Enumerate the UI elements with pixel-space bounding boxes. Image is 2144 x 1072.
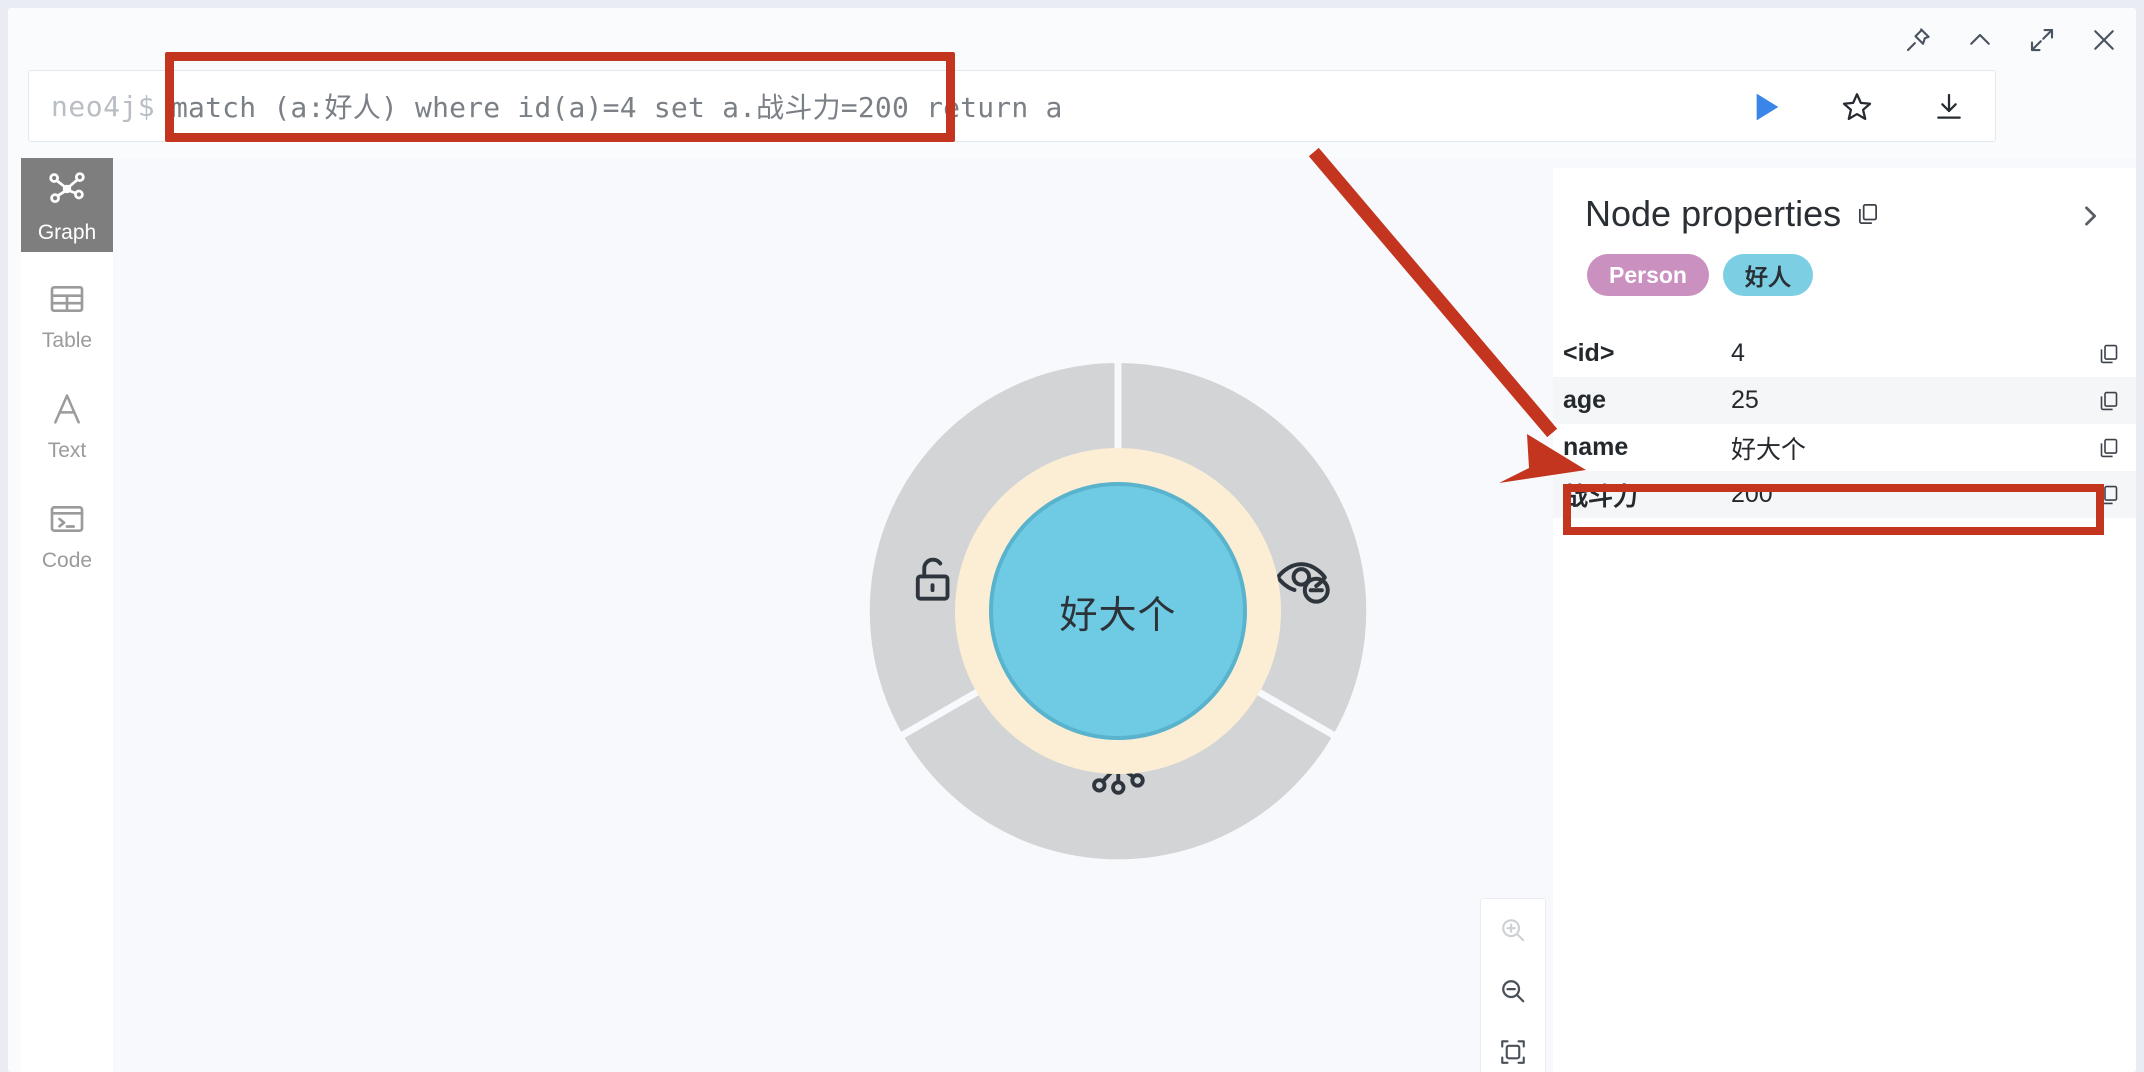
table-row[interactable]: name 好大个 xyxy=(1553,424,2136,471)
node-properties-panel: Node properties Person 好人 <id> 4 age 25 … xyxy=(1553,168,2136,1072)
properties-table: <id> 4 age 25 name 好大个 战斗力 200 xyxy=(1553,330,2136,518)
zoom-out-button[interactable] xyxy=(1482,961,1544,1021)
pin-icon[interactable] xyxy=(1900,22,1936,58)
window-top-edge xyxy=(0,0,2144,8)
neo4j-browser-window: neo4j$ match (a:好人) where id(a)=4 set a.… xyxy=(0,0,2144,1072)
code-icon xyxy=(47,499,87,544)
property-key: name xyxy=(1563,433,1629,461)
copy-icon[interactable] xyxy=(2082,483,2136,507)
download-button[interactable] xyxy=(1903,71,1995,143)
copy-icon[interactable] xyxy=(2082,436,2136,460)
node-caption: 好大个 xyxy=(1059,594,1177,637)
zoom-in-button[interactable] xyxy=(1482,900,1544,960)
result-frame: neo4j$ match (a:好人) where id(a)=4 set a.… xyxy=(8,8,2136,1072)
property-value: 好大个 xyxy=(1731,435,1807,464)
sidebar-item-label: Table xyxy=(41,329,93,352)
sidebar-item-text[interactable]: Text xyxy=(21,378,113,472)
table-icon xyxy=(47,279,87,324)
property-key: age xyxy=(1563,386,1607,414)
table-row[interactable]: age 25 xyxy=(1553,377,2136,424)
label-chip-person[interactable]: Person xyxy=(1587,254,1709,296)
collapse-panel-chevron-right-icon[interactable] xyxy=(2068,194,2112,238)
collapse-icon[interactable] xyxy=(1962,22,1998,58)
graph-icon xyxy=(45,167,89,216)
copy-icon[interactable] xyxy=(2082,389,2136,413)
table-row[interactable]: 战斗力 200 xyxy=(1553,471,2136,518)
graph-node[interactable]: 好大个 xyxy=(989,482,1247,740)
sidebar-item-table[interactable]: Table xyxy=(21,268,113,362)
property-key: 战斗力 xyxy=(1563,482,1639,511)
copy-all-icon[interactable] xyxy=(1855,201,1881,227)
view-sidebar: Graph Table Text Code xyxy=(21,158,113,1072)
sidebar-item-label: Graph xyxy=(37,221,97,244)
editor-actions xyxy=(1719,71,1995,143)
label-chip-haoren[interactable]: 好人 xyxy=(1722,254,1813,296)
selected-node-group[interactable]: 好大个 xyxy=(866,359,1370,863)
panel-title: Node properties xyxy=(1585,193,1842,234)
copy-icon[interactable] xyxy=(2082,342,2136,366)
sidebar-item-graph[interactable]: Graph xyxy=(21,158,113,252)
expand-icon[interactable] xyxy=(2024,22,2060,58)
property-value: 4 xyxy=(1731,339,1745,367)
window-toolbar xyxy=(1900,22,2122,58)
sidebar-item-label: Text xyxy=(47,439,87,462)
table-row[interactable]: <id> 4 xyxy=(1553,330,2136,377)
property-key: <id> xyxy=(1563,339,1615,367)
property-value: 25 xyxy=(1731,386,1759,414)
zoom-fit-button[interactable] xyxy=(1482,1022,1544,1072)
zoom-controls xyxy=(1480,898,1546,1072)
node-labels: Person 好人 xyxy=(1553,232,2136,296)
text-icon xyxy=(47,389,87,434)
close-icon[interactable] xyxy=(2086,22,2122,58)
query-editor-bar[interactable]: neo4j$ match (a:好人) where id(a)=4 set a.… xyxy=(28,70,1996,142)
favorite-button[interactable] xyxy=(1811,71,1903,143)
property-value: 200 xyxy=(1731,480,1773,508)
panel-header: Node properties xyxy=(1553,168,2136,234)
prompt-label: neo4j$ xyxy=(51,89,156,123)
run-query-button[interactable] xyxy=(1719,71,1811,143)
sidebar-item-code[interactable]: Code xyxy=(21,488,113,582)
sidebar-item-label: Code xyxy=(41,549,93,572)
